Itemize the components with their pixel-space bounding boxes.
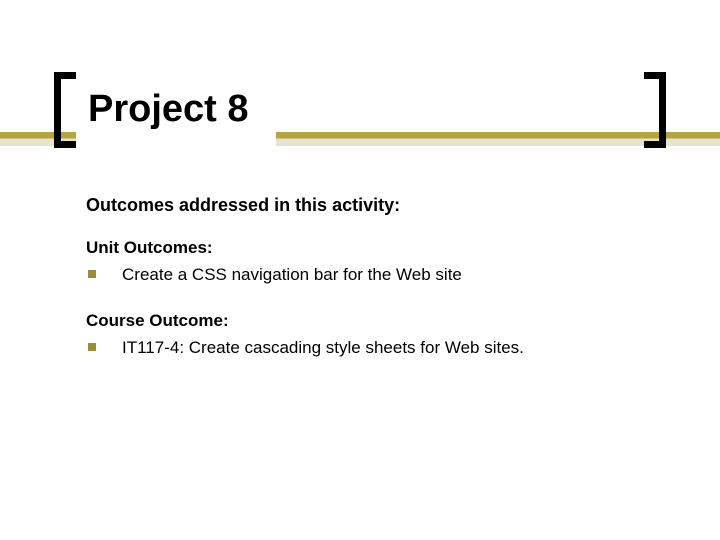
square-bullet-icon <box>88 270 96 278</box>
content-area: Outcomes addressed in this activity: Uni… <box>86 195 650 360</box>
section-heading: Outcomes addressed in this activity: <box>86 195 650 216</box>
page-title: Project 8 <box>86 72 259 131</box>
bullet-text: IT117-4: Create cascading style sheets f… <box>122 337 524 360</box>
slide: Project 8 Outcomes addressed in this act… <box>0 0 720 540</box>
subsection-unit-outcomes: Unit Outcomes: Create a CSS navigation b… <box>86 238 650 287</box>
list-item: IT117-4: Create cascading style sheets f… <box>86 337 650 360</box>
title-area: Project 8 <box>0 0 720 131</box>
subsection-course-outcome: Course Outcome: IT117-4: Create cascadin… <box>86 311 650 360</box>
square-bullet-icon <box>88 343 96 351</box>
bullet-text: Create a CSS navigation bar for the Web … <box>122 264 462 287</box>
bracket-left-icon <box>54 72 76 148</box>
subsection-heading: Course Outcome: <box>86 311 650 331</box>
subsection-heading: Unit Outcomes: <box>86 238 650 258</box>
bracket-right-icon <box>644 72 666 148</box>
list-item: Create a CSS navigation bar for the Web … <box>86 264 650 287</box>
